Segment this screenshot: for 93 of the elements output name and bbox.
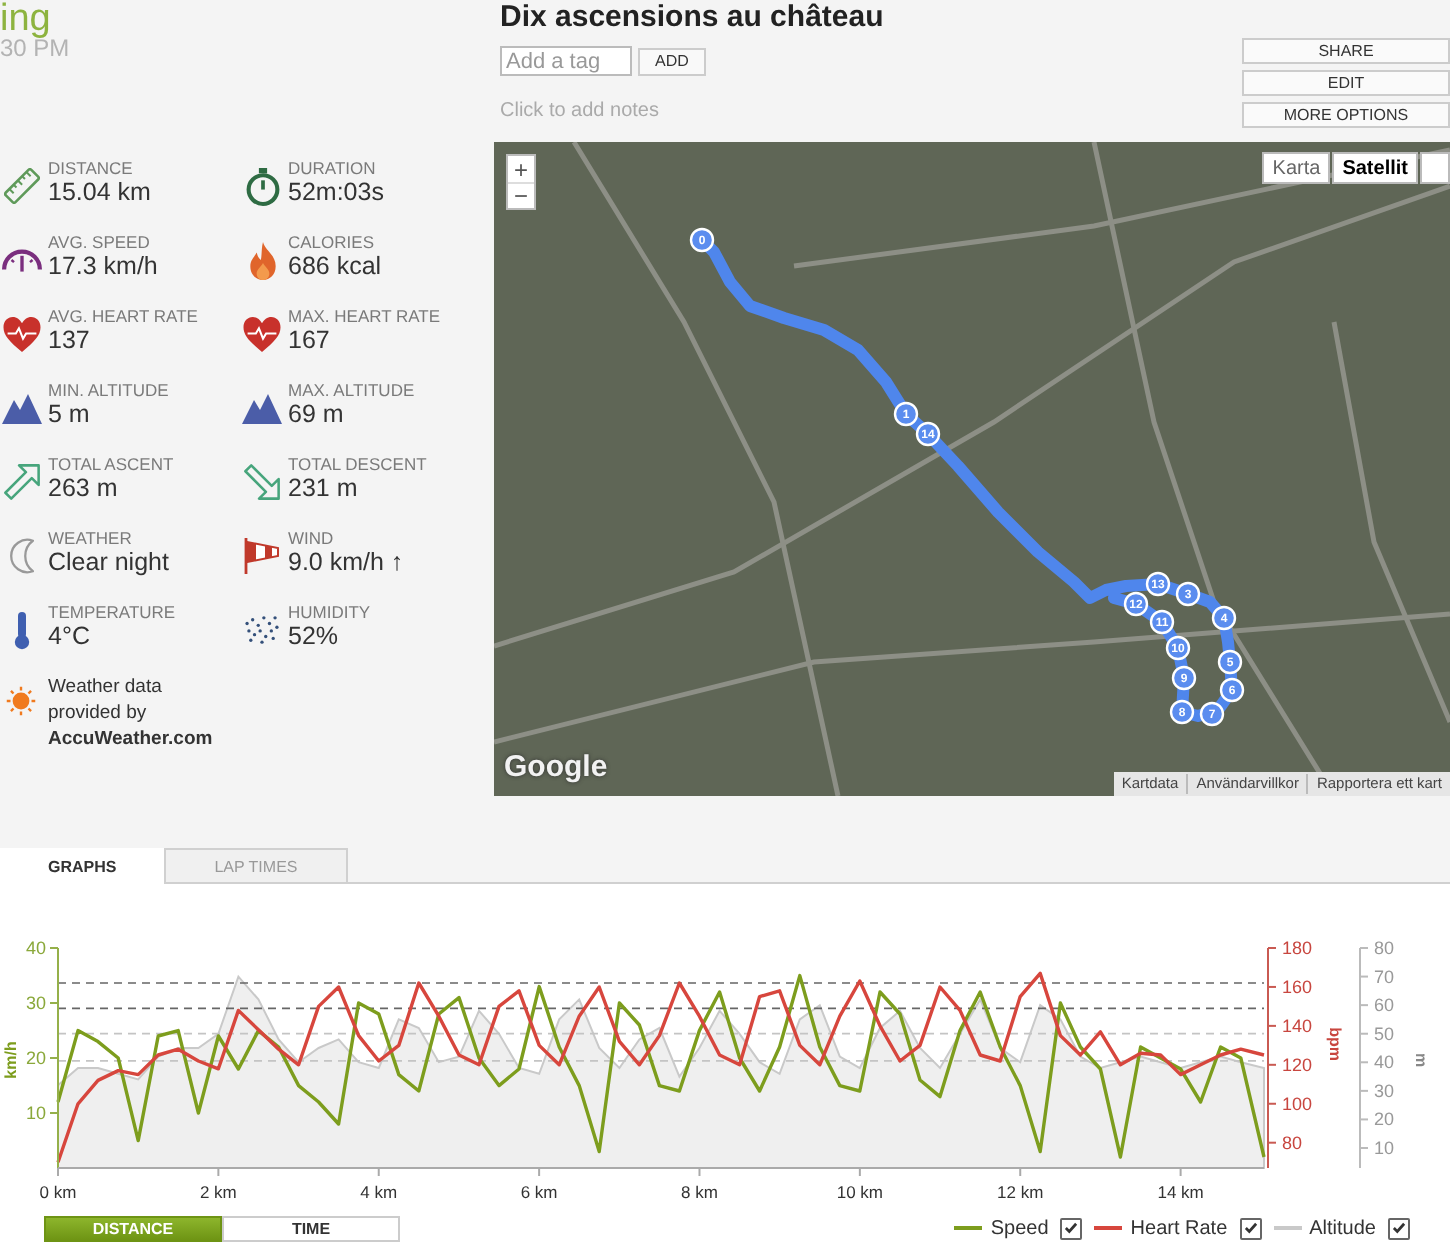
checkmark-icon bbox=[1064, 1222, 1079, 1234]
speedometer-icon bbox=[2, 248, 42, 272]
axis-tick-label: 10 bbox=[25, 1103, 46, 1123]
axis-tick-label: 14 km bbox=[1157, 1182, 1204, 1202]
thermometer-icon bbox=[14, 611, 30, 649]
stat-label: DURATION bbox=[288, 158, 378, 178]
mountains-icon bbox=[242, 393, 282, 423]
stopwatch-icon bbox=[245, 167, 279, 205]
action-button[interactable]: MORE OPTIONS bbox=[1242, 102, 1450, 128]
action-button[interactable]: EDIT bbox=[1242, 70, 1450, 96]
axis-tick-label: 20 bbox=[1374, 1109, 1395, 1130]
stat-value: 137 bbox=[48, 326, 92, 354]
legend-label: Altitude bbox=[1309, 1217, 1376, 1239]
stat-value: 69 m bbox=[288, 400, 346, 428]
stat-label: AVG. HEART RATE bbox=[48, 306, 198, 326]
axis-tick-label: 10 bbox=[1374, 1138, 1395, 1158]
map-type-button[interactable]: Satellit bbox=[1332, 152, 1418, 184]
axis-tick-label: 8 km bbox=[681, 1182, 718, 1202]
arrow-up-right-icon bbox=[4, 464, 40, 500]
axis-tick-label: 60 bbox=[1374, 995, 1395, 1016]
stat-label: CALORIES bbox=[288, 232, 376, 252]
windsock-icon bbox=[244, 538, 280, 574]
heart-icon bbox=[242, 316, 282, 352]
stat-label: AVG. SPEED bbox=[48, 232, 152, 252]
axis-tick-label: 30 bbox=[25, 993, 46, 1013]
axis-tick-label: 4 km bbox=[360, 1182, 398, 1202]
flame-icon bbox=[249, 241, 275, 279]
action-button[interactable]: SHARE bbox=[1242, 38, 1450, 64]
axis-tick-label: 20 bbox=[25, 1048, 46, 1068]
axis-tick-label: 40 bbox=[1374, 1052, 1395, 1073]
axis-tick-label: 70 bbox=[1374, 966, 1395, 987]
workout-title: Dix ascensions au château bbox=[500, 0, 884, 36]
axis-tick-label: 180 bbox=[1282, 938, 1313, 958]
axis-title: km/h bbox=[2, 1041, 20, 1079]
stat-label: DISTANCE bbox=[48, 158, 135, 178]
stat-value: Clear night bbox=[48, 548, 169, 576]
legend-label: Speed bbox=[990, 1217, 1049, 1239]
legend-label: Heart Rate bbox=[1130, 1217, 1228, 1239]
stat-value: 17.3 km/h bbox=[48, 252, 158, 280]
stat-label: TOTAL DESCENT bbox=[288, 454, 427, 474]
stat-value: 52m:03s bbox=[288, 178, 384, 206]
stat-label: MAX. HEART RATE bbox=[288, 306, 441, 326]
stat-value: 167 bbox=[288, 326, 332, 354]
mountains-icon bbox=[2, 393, 42, 423]
activity-title: ing bbox=[0, 0, 51, 38]
raindrops-icon bbox=[244, 616, 280, 644]
checkmark-icon bbox=[1392, 1222, 1406, 1234]
stat-value: 231 m bbox=[288, 474, 360, 502]
moon-icon bbox=[10, 538, 34, 574]
map-type-button[interactable]: Karta bbox=[1262, 152, 1331, 184]
stat-label: TOTAL ASCENT bbox=[48, 454, 174, 474]
sun-icon bbox=[6, 686, 36, 716]
stat-value: 15.04 km bbox=[48, 178, 151, 206]
stat-label: MAX. ALTITUDE bbox=[288, 380, 415, 400]
stat-label: WIND bbox=[288, 528, 336, 548]
tag-input[interactable]: Add a tag bbox=[500, 46, 632, 76]
axis-tick-label: 6 km bbox=[520, 1182, 558, 1202]
stat-value: 686 kcal bbox=[288, 252, 382, 280]
ruler-icon bbox=[4, 168, 40, 204]
stat-label: HUMIDITY bbox=[288, 602, 371, 622]
axis-tick-label: 0 km bbox=[39, 1182, 77, 1202]
arrow-down-right-icon bbox=[244, 464, 280, 500]
stat-label: WEATHER bbox=[48, 528, 134, 548]
axis-tick-label: 80 bbox=[1374, 938, 1395, 958]
axis-title: bpm bbox=[1326, 1027, 1344, 1061]
stat-value: 52% bbox=[288, 622, 341, 650]
map-attribution-logo: Google bbox=[504, 750, 608, 784]
axis-tick-label: 10 km bbox=[836, 1182, 883, 1202]
stat-value: 4°C bbox=[48, 622, 92, 650]
axis-tick-label: 140 bbox=[1282, 1015, 1313, 1036]
axis-tick-label: 100 bbox=[1282, 1093, 1313, 1114]
legend-checkbox[interactable] bbox=[1388, 1217, 1410, 1239]
stat-value: 5 m bbox=[48, 400, 92, 428]
add-tag-button[interactable]: ADD bbox=[638, 47, 706, 75]
axis-tick-label: 30 bbox=[1374, 1080, 1395, 1101]
axis-tick-label: 12 km bbox=[997, 1182, 1044, 1202]
axis-tick-label: 40 bbox=[25, 938, 46, 958]
axis-tick-label: 2 km bbox=[199, 1182, 237, 1202]
legend-checkbox[interactable] bbox=[1060, 1217, 1083, 1239]
x-axis-mode-button[interactable]: TIME bbox=[222, 1215, 400, 1241]
stat-value: 263 m bbox=[48, 474, 120, 502]
checkmark-icon bbox=[1243, 1222, 1258, 1234]
stat-value: 9.0 km/h ↑ bbox=[288, 548, 404, 576]
legend-checkbox[interactable] bbox=[1239, 1217, 1262, 1239]
axis-tick-label: 50 bbox=[1374, 1023, 1395, 1044]
stat-label: MIN. ALTITUDE bbox=[48, 380, 169, 400]
axis-title: m bbox=[1412, 1052, 1430, 1068]
axis-tick-label: 80 bbox=[1282, 1132, 1303, 1153]
tab[interactable]: GRAPHS bbox=[0, 848, 165, 884]
stat-label: TEMPERATURE bbox=[48, 602, 176, 622]
axis-tick-label: 120 bbox=[1282, 1054, 1313, 1075]
weather-credit-text: Weather data provided by AccuWeather.com bbox=[48, 674, 215, 752]
axis-tick-label: 160 bbox=[1282, 976, 1313, 997]
